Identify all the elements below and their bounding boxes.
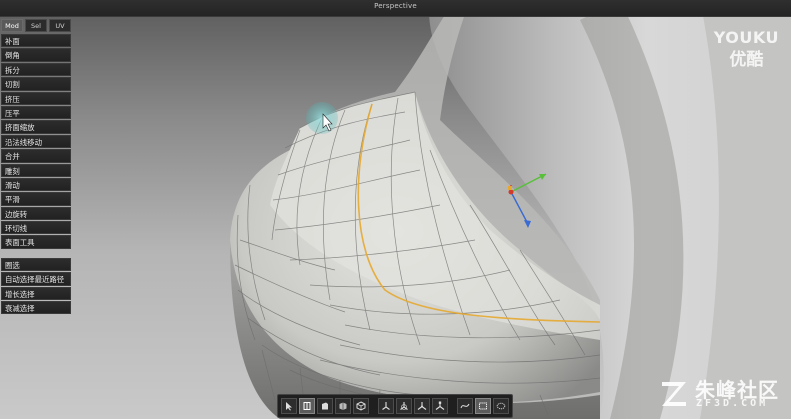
- curve-select-button[interactable]: [457, 398, 473, 414]
- tab-sel[interactable]: Sel: [25, 19, 47, 32]
- tool-sculpt[interactable]: 雕刻: [1, 163, 71, 177]
- 3d-viewport[interactable]: Perspective Mod Sel UV 补面 倒角 拆分 切割 挤压 压平…: [0, 0, 791, 419]
- select-circle[interactable]: 圈选: [1, 257, 71, 272]
- tool-slide[interactable]: 滑动: [1, 177, 71, 192]
- axis-rotate-button[interactable]: [396, 398, 412, 414]
- mesh-scene[interactable]: [0, 0, 791, 419]
- tab-uv[interactable]: UV: [49, 19, 71, 32]
- tool-bevel[interactable]: 倒角: [1, 48, 71, 62]
- tool-merge[interactable]: 合并: [1, 149, 71, 163]
- view-front-button[interactable]: [299, 398, 315, 414]
- select-arrow-button[interactable]: [281, 398, 297, 414]
- view-side-icon: [322, 402, 328, 410]
- lasso-select-button[interactable]: [493, 398, 509, 414]
- zf3d-watermark: 朱峰社区 ZF3D.COM: [655, 374, 785, 414]
- youku-watermark: YOUKU 优酷: [714, 28, 779, 70]
- tool-cut[interactable]: 切割: [1, 77, 71, 91]
- view-side-button[interactable]: [317, 398, 333, 414]
- tool-panel: Mod Sel UV 补面 倒角 拆分 切割 挤压 压平 挤面缩放 沿法线移动 …: [1, 19, 71, 315]
- viewport-title: Perspective: [374, 2, 417, 10]
- select-auto-nearest-path[interactable]: 自动选择最近路径: [1, 272, 71, 286]
- lasso-select-icon: [496, 402, 506, 410]
- tab-mod[interactable]: Mod: [1, 19, 23, 32]
- axis-rotate-icon: [400, 402, 408, 410]
- curve-select-icon: [460, 403, 470, 409]
- tool-surface-tools[interactable]: 表面工具: [1, 235, 71, 249]
- select-falloff[interactable]: 衰减选择: [1, 301, 71, 315]
- tool-split[interactable]: 拆分: [1, 62, 71, 77]
- panel-gap: [1, 250, 71, 258]
- view-perspective-button[interactable]: [335, 398, 351, 414]
- axis-scale-button[interactable]: [432, 398, 448, 414]
- youku-cn-text: 优酷: [729, 50, 764, 70]
- tool-smooth[interactable]: 平滑: [1, 192, 71, 206]
- axis-y-icon: [382, 402, 390, 410]
- viewport-header: Perspective: [0, 0, 791, 17]
- rect-select-button[interactable]: [475, 398, 491, 414]
- bottom-toolbar: [277, 394, 513, 418]
- site-en-text: ZF3D.COM: [696, 398, 769, 409]
- tool-move-along-normal[interactable]: 沿法线移动: [1, 134, 71, 149]
- view-front-icon: [303, 402, 311, 410]
- zf3d-logo-icon: [662, 382, 686, 406]
- tool-flatten[interactable]: 压平: [1, 105, 71, 120]
- axis-xyz-icon: [417, 402, 427, 410]
- mode-tabs: Mod Sel UV: [1, 19, 71, 32]
- tool-extrude[interactable]: 挤压: [1, 91, 71, 105]
- cube-icon: [356, 401, 366, 411]
- rect-select-icon: [479, 402, 487, 410]
- tool-extrude-scale[interactable]: 挤面缩放: [1, 120, 71, 134]
- select-arrow-icon: [286, 402, 292, 411]
- brush-cursor: [306, 102, 338, 134]
- tool-loop-cut[interactable]: 环切线: [1, 221, 71, 235]
- cube-button[interactable]: [353, 398, 369, 414]
- tool-fill-face[interactable]: 补面: [1, 34, 71, 48]
- axis-y-button[interactable]: [378, 398, 394, 414]
- axis-scale-icon: [435, 401, 445, 410]
- select-grow[interactable]: 增长选择: [1, 286, 71, 301]
- axis-xyz-button[interactable]: [414, 398, 430, 414]
- tool-edge-rotate[interactable]: 边旋转: [1, 206, 71, 221]
- view-perspective-icon: [339, 402, 347, 410]
